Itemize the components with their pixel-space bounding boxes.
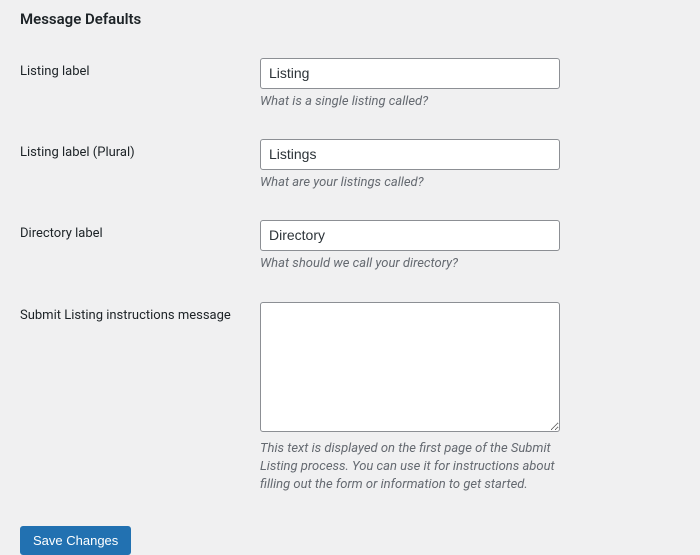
listing-label-plural-label: Listing label (Plural) xyxy=(20,131,260,212)
settings-form-table: Listing label What is a single listing c… xyxy=(20,50,680,514)
directory-label-label: Directory label xyxy=(20,212,260,293)
listing-label-description: What is a single listing called? xyxy=(260,93,580,111)
directory-label-input[interactable] xyxy=(260,220,560,251)
listing-label-plural-input[interactable] xyxy=(260,139,560,170)
listing-label-label: Listing label xyxy=(20,50,260,131)
submit-instructions-textarea[interactable] xyxy=(260,302,560,432)
field-row-listing-label: Listing label What is a single listing c… xyxy=(20,50,680,131)
submit-instructions-description: This text is displayed on the first page… xyxy=(260,440,580,495)
field-row-listing-label-plural: Listing label (Plural) What are your lis… xyxy=(20,131,680,212)
listing-label-input[interactable] xyxy=(260,58,560,89)
submit-instructions-label: Submit Listing instructions message xyxy=(20,294,260,515)
page-title: Message Defaults xyxy=(20,10,680,28)
field-row-directory-label: Directory label What should we call your… xyxy=(20,212,680,293)
save-changes-button[interactable]: Save Changes xyxy=(20,526,131,555)
listing-label-plural-description: What are your listings called? xyxy=(260,174,580,192)
field-row-submit-instructions: Submit Listing instructions message This… xyxy=(20,294,680,515)
directory-label-description: What should we call your directory? xyxy=(260,255,580,273)
